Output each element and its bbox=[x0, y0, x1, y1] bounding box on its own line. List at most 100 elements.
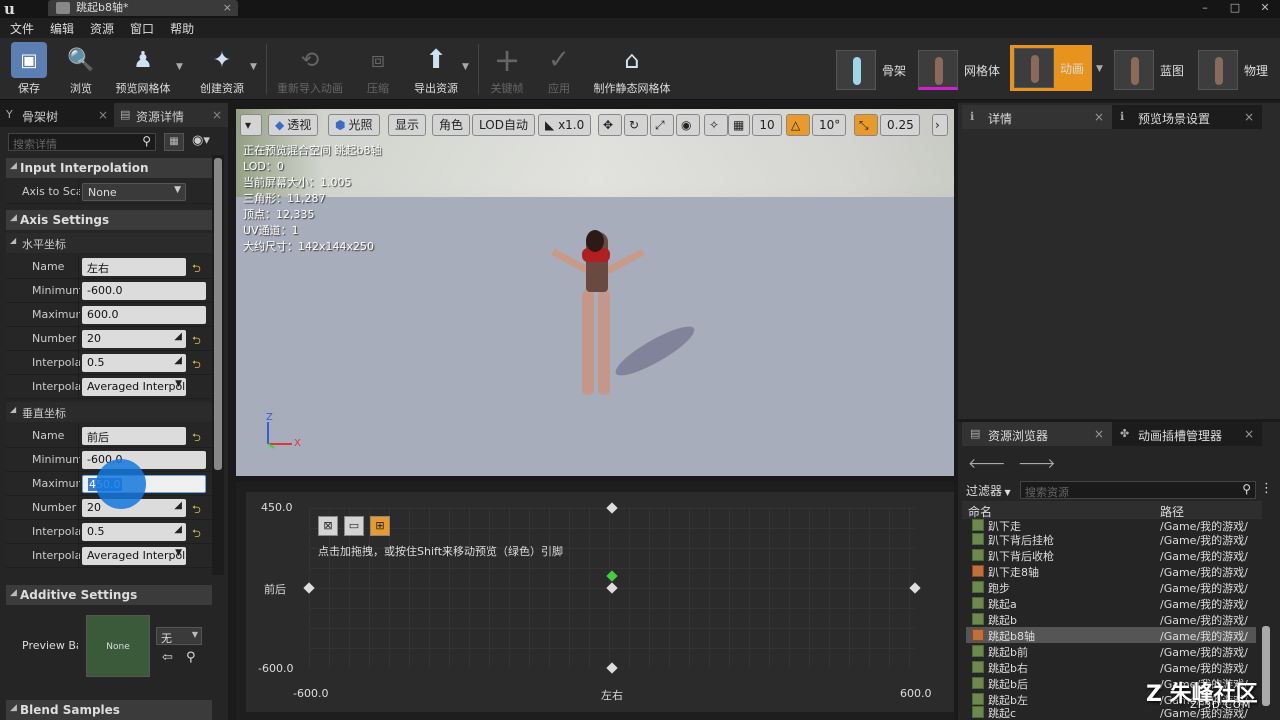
angle-snap-value[interactable]: 10° bbox=[812, 114, 846, 136]
perspective-button[interactable]: ◆ 透视 bbox=[268, 114, 319, 136]
menu-file[interactable]: 文件 bbox=[10, 18, 44, 38]
mode-animation-button[interactable]: 动画 bbox=[1010, 45, 1092, 91]
tab-content-browser[interactable]: ▤ 资源浏览器 × bbox=[962, 422, 1112, 446]
mode-blueprint-button[interactable]: 蓝图 bbox=[1114, 45, 1184, 95]
asset-list-item[interactable]: 跳起b右 /Game/我的游戏/ bbox=[966, 659, 1256, 675]
character-button[interactable]: 角色 bbox=[432, 114, 471, 136]
lod-auto-button[interactable]: LOD自动 bbox=[472, 114, 535, 136]
close-tab-icon[interactable]: × bbox=[1094, 110, 1104, 124]
close-tab-icon[interactable]: × bbox=[1094, 427, 1104, 441]
v-interp-type-dropdown[interactable]: Averaged Interpolation ▼ bbox=[82, 547, 186, 565]
tab-skeleton-tree[interactable]: Y 骨架树 × bbox=[0, 103, 114, 127]
h-interp-field[interactable]: 0.5 ◢ bbox=[82, 354, 186, 372]
reset-to-default-icon[interactable]: ⮌ bbox=[192, 525, 201, 544]
asset-list-item[interactable]: 跳起b前 /Game/我的游戏/ bbox=[966, 643, 1256, 659]
grid-snap-icon[interactable]: ▦ bbox=[728, 114, 750, 136]
apply-button[interactable]: ✓ 应用 bbox=[538, 42, 580, 98]
world-local-toggle-icon[interactable]: ◉ bbox=[676, 114, 700, 136]
triangulation-toggle-icon[interactable]: ⊠ bbox=[318, 516, 338, 536]
export-asset-button[interactable]: ⬆ 导出资源 bbox=[408, 42, 464, 98]
close-tab-icon[interactable]: × bbox=[223, 0, 232, 15]
minimize-button[interactable]: – bbox=[1190, 0, 1220, 18]
close-tab-icon[interactable]: × bbox=[98, 108, 108, 122]
asset-list-item[interactable]: 趴下走8轴 /Game/我的游戏/ bbox=[966, 563, 1256, 579]
reset-to-default-icon[interactable]: ⮌ bbox=[192, 429, 201, 448]
create-asset-button[interactable]: ✦ 创建资源 bbox=[194, 42, 250, 98]
scale-tool-icon[interactable]: ⤢ bbox=[650, 114, 674, 136]
details-scrollbar-thumb[interactable] bbox=[214, 158, 222, 470]
section-axis-settings[interactable]: ◢ Axis Settings bbox=[6, 210, 212, 230]
reset-to-default-icon[interactable]: ⮌ bbox=[192, 356, 201, 375]
reset-to-default-icon[interactable]: ⮌ bbox=[192, 332, 201, 351]
spin-arrows-icon[interactable]: ◢ bbox=[174, 500, 182, 511]
asset-list-item[interactable]: 趴下背后收枪 /Game/我的游戏/ bbox=[966, 547, 1256, 563]
group-vertical-axis[interactable]: ◢ 垂直坐标 bbox=[6, 402, 212, 422]
h-name-field[interactable]: 左右 bbox=[82, 258, 186, 276]
view-options-eye-icon[interactable]: ◉▾ bbox=[192, 133, 210, 148]
asset-list-scrollbar-thumb[interactable] bbox=[1262, 626, 1270, 706]
axis-to-scale-dropdown[interactable]: None ▼ bbox=[82, 183, 186, 201]
viewport-more-icon[interactable]: › bbox=[932, 114, 948, 136]
reset-to-default-icon[interactable]: ⮌ bbox=[192, 260, 201, 279]
mode-mesh-button[interactable]: 网格体 bbox=[918, 45, 1000, 95]
maximize-button[interactable]: □ bbox=[1220, 0, 1250, 18]
asset-list-item[interactable]: 跳起a /Game/我的游戏/ bbox=[966, 595, 1256, 611]
surface-snap-icon[interactable]: ✧ bbox=[704, 114, 728, 136]
browse-button[interactable]: 🔍 浏览 bbox=[60, 42, 102, 98]
close-window-button[interactable]: ✕ bbox=[1250, 0, 1280, 18]
spin-arrows-icon[interactable]: ◢ bbox=[174, 355, 182, 366]
tab-anim-slot-manager[interactable]: ✤ 动画插槽管理器 × bbox=[1112, 422, 1262, 446]
browse-search-icon[interactable]: ⚲ bbox=[186, 650, 196, 665]
use-selected-arrow-icon[interactable]: ⇦ bbox=[162, 650, 173, 665]
fit-to-view-icon[interactable]: ⊞ bbox=[370, 516, 390, 536]
asset-list-item[interactable]: 跳起b /Game/我的游戏/ bbox=[966, 611, 1256, 627]
preview-base-pose-dropdown[interactable]: 无 ▼ bbox=[156, 627, 202, 645]
h-interp-type-dropdown[interactable]: Averaged Interpolation ▼ bbox=[82, 378, 186, 396]
h-max-field[interactable]: 600.0 bbox=[82, 306, 206, 324]
section-input-interpolation[interactable]: ◢ Input Interpolation bbox=[6, 158, 212, 178]
v-min-field[interactable]: -600.0 bbox=[82, 451, 206, 469]
menu-asset[interactable]: 资源 bbox=[90, 18, 124, 38]
scale-snap-value[interactable]: 0.25 bbox=[880, 114, 920, 136]
h-num-field[interactable]: 20 ◢ bbox=[82, 330, 186, 348]
preview-base-pose-thumbnail[interactable]: None bbox=[86, 615, 150, 677]
playback-speed-button[interactable]: ◣ x1.0 bbox=[538, 114, 592, 136]
asset-search-input[interactable]: 搜索资源 ⚲ bbox=[1020, 481, 1256, 499]
section-blend-samples[interactable]: ◢ Blend Samples bbox=[6, 700, 212, 720]
save-button[interactable]: ▣ 保存 bbox=[8, 42, 50, 98]
h-min-field[interactable]: -600.0 bbox=[82, 282, 206, 300]
v-name-field[interactable]: 前后 bbox=[82, 427, 186, 445]
tab-preview-scene-settings[interactable]: ℹ 预览场景设置 × bbox=[1112, 105, 1262, 129]
preview-mesh-dropdown-icon[interactable]: ▼ bbox=[176, 62, 183, 72]
animation-mode-dropdown-icon[interactable]: ▼ bbox=[1096, 64, 1103, 74]
asset-list-item-selected[interactable]: 跳起b8轴 /Game/我的游戏/ bbox=[966, 627, 1256, 643]
tab-asset-details[interactable]: ▤ 资源详情 × bbox=[114, 103, 228, 127]
show-animation-names-icon[interactable]: ▭ bbox=[344, 516, 364, 536]
preview-mesh-button[interactable]: ♟ 预览网格体 bbox=[110, 42, 176, 98]
document-tab[interactable]: 跳起b8轴* × bbox=[48, 0, 238, 16]
section-additive-settings[interactable]: ◢ Additive Settings bbox=[6, 585, 212, 605]
close-tab-icon[interactable]: × bbox=[1244, 427, 1254, 441]
details-search-input[interactable]: 搜索详情 ⚲ bbox=[8, 133, 156, 151]
spin-arrows-icon[interactable]: ◢ bbox=[174, 524, 182, 535]
make-static-mesh-button[interactable]: ⌂ 制作静态网格体 bbox=[588, 42, 676, 98]
reset-to-default-icon[interactable]: ⮌ bbox=[192, 501, 201, 520]
close-tab-icon[interactable]: × bbox=[212, 108, 222, 122]
menu-window[interactable]: 窗口 bbox=[130, 18, 164, 38]
key-frame-button[interactable]: + 关键帧 bbox=[486, 41, 528, 98]
show-button[interactable]: 显示 bbox=[388, 114, 427, 136]
asset-list-item[interactable]: 跑步 /Game/我的游戏/ bbox=[966, 579, 1256, 595]
create-asset-dropdown-icon[interactable]: ▼ bbox=[250, 62, 257, 72]
filter-dropdown[interactable]: 过滤器 ▼ bbox=[966, 482, 1011, 499]
group-horizontal-axis[interactable]: ◢ 水平坐标 bbox=[6, 233, 212, 253]
translate-tool-icon[interactable]: ✥ bbox=[598, 114, 622, 136]
more-options-icon[interactable]: ⋮ bbox=[1260, 481, 1273, 496]
scale-snap-icon[interactable]: ⤡ bbox=[854, 114, 878, 136]
viewport-options-button[interactable]: ▾ bbox=[240, 114, 262, 136]
tab-details[interactable]: ℹ 详情 × bbox=[962, 105, 1112, 129]
menu-help[interactable]: 帮助 bbox=[170, 18, 204, 38]
close-tab-icon[interactable]: × bbox=[1244, 110, 1254, 124]
reimport-animation-button[interactable]: ⟲ 重新导入动画 bbox=[272, 42, 348, 98]
rotate-tool-icon[interactable]: ↻ bbox=[624, 114, 648, 136]
property-matrix-button[interactable]: ▦ bbox=[164, 133, 184, 151]
